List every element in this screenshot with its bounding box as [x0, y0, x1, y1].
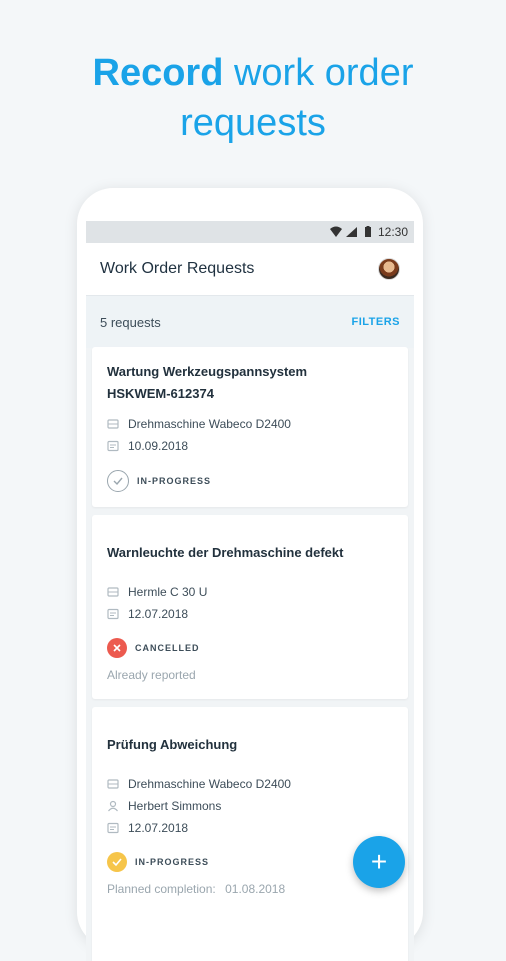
card-note: Already reported: [107, 668, 196, 682]
planned-label: Planned completion:: [107, 882, 216, 896]
battery-icon: [364, 226, 371, 237]
card-machine: Drehmaschine Wabeco D2400: [128, 777, 291, 791]
card-title-line1: Warnleuchte der Drehmaschine defekt: [107, 545, 344, 560]
card-machine-row: Drehmaschine Wabeco D2400: [107, 777, 291, 791]
check-icon: [107, 852, 127, 872]
page-title: Work Order Requests: [100, 260, 255, 277]
card-person: Herbert Simmons: [128, 799, 222, 813]
filters-button[interactable]: FILTERS: [351, 316, 400, 328]
close-icon: [107, 638, 127, 658]
card-title: Wartung Werkzeugspannsystem HSKWEM-61237…: [107, 361, 307, 405]
request-count: 5 requests: [100, 314, 161, 330]
person-icon: [108, 800, 118, 812]
card-date: 12.07.2018: [128, 607, 189, 621]
headline-line2: requests: [180, 102, 326, 144]
check-icon: [107, 470, 129, 492]
card-machine-row: Drehmaschine Wabeco D2400: [107, 417, 291, 431]
add-request-button[interactable]: +: [353, 836, 405, 888]
headline-bold: Record: [92, 52, 224, 94]
status-badge: IN-PROGRESS: [107, 470, 211, 492]
card-title-line1: Wartung Werkzeugspannsystem: [107, 364, 308, 379]
machine-icon: [107, 419, 119, 429]
card-machine: Drehmaschine Wabeco D2400: [128, 417, 291, 431]
avatar[interactable]: [378, 258, 400, 280]
planned-completion: Planned completion: 01.08.2018: [107, 882, 285, 896]
card-title-line2: HSKWEM-612374: [107, 386, 214, 401]
calendar-icon: [107, 608, 119, 620]
status-badge: IN-PROGRESS: [107, 852, 209, 872]
card-date-row: 12.07.2018: [107, 607, 188, 621]
status-label: IN-PROGRESS: [135, 857, 210, 867]
planned-date: 01.08.2018: [225, 882, 286, 896]
status-bar: 12:30: [86, 221, 414, 243]
status-time: 12:30: [377, 225, 408, 239]
request-card[interactable]: Wartung Werkzeugspannsystem HSKWEM-61237…: [92, 347, 408, 507]
card-machine: Hermle C 30 U: [128, 585, 208, 599]
machine-icon: [107, 587, 119, 597]
status-label: CANCELLED: [135, 643, 200, 653]
status-badge: CANCELLED: [107, 638, 200, 658]
filter-bar: 5 requests FILTERS: [86, 296, 414, 348]
card-date-row: 12.07.2018: [107, 821, 188, 835]
app-bar: Work Order Requests: [86, 243, 414, 296]
card-title-line1: Prüfung Abweichung: [107, 737, 238, 752]
card-date-row: 10.09.2018: [107, 439, 188, 453]
wifi-icon: [329, 226, 342, 237]
card-title: Warnleuchte der Drehmaschine defekt: [107, 542, 343, 564]
card-title: Prüfung Abweichung: [107, 734, 237, 756]
status-label: IN-PROGRESS: [137, 476, 212, 486]
card-machine-row: Hermle C 30 U: [107, 585, 207, 599]
request-card[interactable]: Warnleuchte der Drehmaschine defekt Herm…: [92, 515, 408, 699]
card-person-row: Herbert Simmons: [107, 799, 221, 813]
request-card[interactable]: Prüfung Abweichung Drehmaschine Wabeco D…: [92, 707, 408, 961]
calendar-icon: [107, 440, 119, 452]
machine-icon: [107, 779, 119, 789]
phone-frame: 12:30 Work Order Requests 5 requests FIL…: [77, 188, 423, 961]
card-date: 12.07.2018: [128, 821, 189, 835]
card-date: 10.09.2018: [128, 439, 189, 453]
headline: Record work order requests: [0, 48, 506, 148]
calendar-icon: [107, 822, 119, 834]
signal-icon: [345, 227, 357, 237]
headline-rest: work order: [223, 52, 414, 94]
